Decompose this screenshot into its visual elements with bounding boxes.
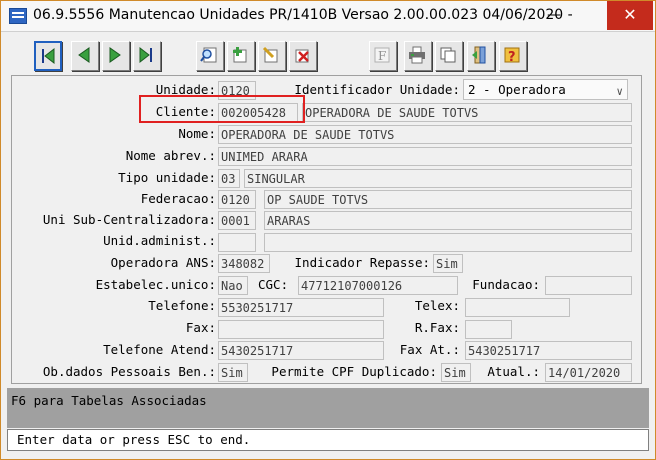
- telex-field[interactable]: [465, 298, 570, 317]
- identificador-select[interactable]: 2 - Operadora ∨: [463, 79, 628, 100]
- status-bar: Enter data or press ESC to end.: [7, 429, 649, 451]
- uni-sub-label: Uni Sub-Centralizadora:: [42, 212, 216, 227]
- atual-label: Atual.:: [487, 364, 540, 379]
- estabelec-unico-field[interactable]: Nao: [218, 276, 248, 295]
- copy-button[interactable]: [435, 41, 463, 71]
- window-title: 06.9.5556 Manutencao Unidades PR/1410B V…: [33, 7, 573, 23]
- federacao-code-field[interactable]: 0120: [218, 190, 256, 209]
- exit-door-icon: [472, 46, 486, 64]
- indicador-repasse-field[interactable]: Sim: [433, 254, 463, 273]
- cliente-desc-field: OPERADORA DE SAUDE TOTVS: [302, 103, 632, 122]
- delete-button[interactable]: [289, 41, 317, 71]
- edit-icon: [262, 46, 278, 63]
- federacao-desc-field: OP SAUDE TOTVS: [264, 190, 632, 209]
- fundacao-label: Fundacao:: [472, 277, 540, 292]
- rfax-label: R.Fax:: [414, 320, 460, 335]
- edit-button[interactable]: [258, 41, 286, 71]
- rfax-field[interactable]: [465, 320, 512, 339]
- telefone-atend-label: Telefone Atend:: [103, 342, 216, 357]
- telex-label: Telex:: [414, 298, 460, 313]
- nome-abrev-field[interactable]: UNIMED ARARA: [218, 147, 632, 166]
- telefone-atend-field[interactable]: 5430251717: [218, 341, 384, 360]
- prev-record-button[interactable]: [71, 41, 99, 71]
- chevron-down-icon: ∨: [616, 85, 623, 98]
- tipo-unidade-code-field[interactable]: 03: [218, 169, 240, 188]
- form-panel: Unidade: 0120 Identificador Unidade: 2 -…: [11, 75, 642, 384]
- fax-at-label: Fax At.:: [399, 342, 460, 357]
- permite-cpf-label: Permite CPF Duplicado:: [271, 364, 437, 379]
- federacao-label: Federacao:: [140, 191, 216, 206]
- cliente-highlight-box: [139, 95, 305, 123]
- app-icon: [9, 8, 27, 24]
- fax-at-field[interactable]: 5430251717: [465, 341, 632, 360]
- fax-label: Fax:: [185, 320, 216, 335]
- permite-cpf-field[interactable]: Sim: [441, 363, 471, 382]
- cgc-label: CGC:: [258, 277, 289, 292]
- tipo-unidade-desc-field: SINGULAR: [244, 169, 632, 188]
- print-icon: [409, 46, 425, 64]
- operadora-ans-field[interactable]: 348082: [218, 254, 270, 273]
- last-record-button[interactable]: [133, 41, 161, 71]
- tipo-unidade-label: Tipo unidade:: [118, 170, 216, 185]
- nome-label: Nome:: [178, 126, 216, 141]
- unid-admin-code-field[interactable]: [218, 233, 256, 252]
- filter-label: F: [378, 49, 386, 63]
- search-button[interactable]: [196, 41, 224, 71]
- title-bar: 06.9.5556 Manutencao Unidades PR/1410B V…: [1, 1, 655, 32]
- next-record-icon: [109, 47, 121, 63]
- first-record-button[interactable]: [34, 41, 62, 71]
- atual-field[interactable]: 14/01/2020: [545, 363, 632, 382]
- nome-field[interactable]: OPERADORA DE SAUDE TOTVS: [218, 125, 632, 144]
- add-icon: [233, 47, 247, 63]
- estabelec-unico-label: Estabelec.unico:: [95, 277, 216, 292]
- identificador-value: 2 - Operadora: [468, 82, 566, 97]
- ob-dados-label: Ob.dados Pessoais Ben.:: [42, 364, 216, 379]
- filter-icon: F: [374, 47, 390, 63]
- fax-field[interactable]: [218, 320, 384, 339]
- prev-record-icon: [78, 47, 90, 63]
- cgc-field[interactable]: 47712107000126: [298, 276, 458, 295]
- next-record-button[interactable]: [102, 41, 130, 71]
- telefone-label: Telefone:: [148, 298, 216, 313]
- unid-admin-label: Unid.administ.:: [103, 233, 216, 248]
- print-button[interactable]: [404, 41, 432, 71]
- nome-abrev-label: Nome abrev.:: [125, 148, 216, 163]
- ob-dados-field[interactable]: Sim: [218, 363, 248, 382]
- uni-sub-desc-field: ARARAS: [264, 211, 632, 230]
- help-icon: ?: [504, 47, 520, 64]
- last-record-icon: [139, 46, 152, 64]
- first-record-icon: [42, 47, 55, 65]
- fundacao-field[interactable]: [545, 276, 632, 295]
- help-button[interactable]: ?: [499, 41, 527, 71]
- telefone-field[interactable]: 5530251717: [218, 298, 384, 317]
- filter-button[interactable]: F: [369, 41, 397, 71]
- copy-icon: [440, 47, 456, 63]
- minimize-button[interactable]: —: [539, 1, 569, 30]
- delete-icon: [295, 49, 309, 63]
- operadora-ans-label: Operadora ANS:: [110, 255, 216, 270]
- application-window: 06.9.5556 Manutencao Unidades PR/1410B V…: [0, 0, 656, 460]
- search-icon: [200, 47, 217, 63]
- add-button[interactable]: [227, 41, 255, 71]
- exit-button[interactable]: [467, 41, 495, 71]
- uni-sub-code-field[interactable]: 0001: [218, 211, 256, 230]
- hint-bar: F6 para Tabelas Associadas: [7, 388, 649, 428]
- indicador-repasse-label: Indicador Repasse:: [294, 255, 430, 270]
- status-text: Enter data or press ESC to end.: [17, 432, 251, 447]
- close-button[interactable]: ✕: [607, 1, 653, 30]
- hint-text: F6 para Tabelas Associadas: [11, 393, 207, 408]
- unid-admin-desc-field: [264, 233, 632, 252]
- svg-text:?: ?: [508, 50, 516, 64]
